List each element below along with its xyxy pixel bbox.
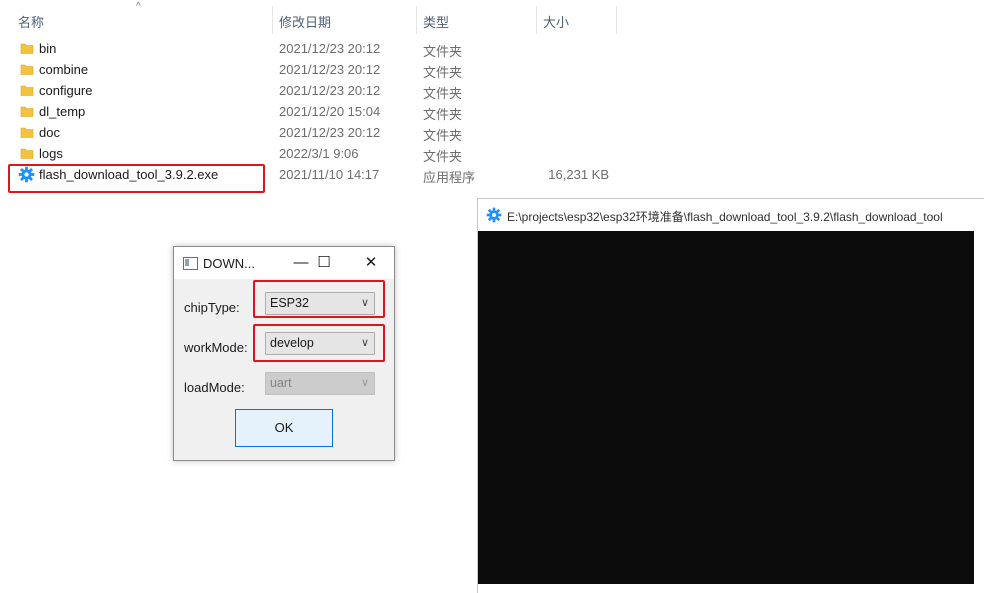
sort-arrow-icon: ^ xyxy=(136,1,141,12)
file-modified: 2021/12/20 15:04 xyxy=(279,104,381,119)
file-name: combine xyxy=(39,62,89,77)
console-screen[interactable] xyxy=(478,231,974,584)
column-divider xyxy=(272,6,273,34)
folder-icon xyxy=(20,64,34,75)
highlight-box-workmode xyxy=(253,324,385,362)
file-type: 文件夹 xyxy=(423,44,463,59)
file-type: 文件夹 xyxy=(423,65,463,80)
load-mode-select: uart ∨ xyxy=(265,372,375,395)
maximize-button[interactable]: ☐ xyxy=(309,251,339,275)
console-window[interactable]: E:\projects\esp32\esp32环境准备\flash_downlo… xyxy=(477,198,984,593)
file-row-dl-temp[interactable]: dl_temp 2021/12/20 15:04 文件夹 xyxy=(12,101,622,122)
app-window-icon xyxy=(183,257,198,270)
column-modified[interactable]: 修改日期 xyxy=(279,12,331,31)
column-header: ^ 名称 修改日期 类型 大小 xyxy=(0,0,620,38)
highlight-box-chiptype xyxy=(253,280,385,318)
chevron-down-icon: ∨ xyxy=(360,377,369,389)
file-type: 文件夹 xyxy=(423,149,463,164)
console-titlebar[interactable]: E:\projects\esp32\esp32环境准备\flash_downlo… xyxy=(478,199,984,231)
file-modified: 2021/11/10 14:17 xyxy=(279,167,380,182)
highlight-box-exe xyxy=(8,164,265,193)
file-row-bin[interactable]: bin 2021/12/23 20:12 文件夹 xyxy=(12,38,622,59)
folder-icon xyxy=(20,85,34,96)
file-name: doc xyxy=(39,125,60,140)
file-name: dl_temp xyxy=(39,104,86,119)
folder-icon xyxy=(20,127,34,138)
column-divider xyxy=(416,6,417,34)
column-divider xyxy=(616,6,617,34)
file-modified: 2021/12/23 20:12 xyxy=(279,125,381,140)
column-type[interactable]: 类型 xyxy=(423,12,449,31)
download-config-dialog[interactable]: DOWN... — ☐ ✕ chipType: ESP32 ∨ workMode… xyxy=(173,246,395,461)
file-name: logs xyxy=(39,146,63,161)
file-modified: 2022/3/1 9:06 xyxy=(279,146,359,161)
file-name: bin xyxy=(39,41,57,56)
file-row-logs[interactable]: logs 2022/3/1 9:06 文件夹 xyxy=(12,143,622,164)
file-row-doc[interactable]: doc 2021/12/23 20:12 文件夹 xyxy=(12,122,622,143)
load-mode-value: uart xyxy=(270,376,292,390)
folder-icon xyxy=(20,106,34,117)
file-size: 16,231 KB xyxy=(548,167,609,182)
gear-icon xyxy=(486,207,502,223)
load-mode-label: loadMode: xyxy=(184,380,245,395)
column-size[interactable]: 大小 xyxy=(543,12,569,31)
file-modified: 2021/12/23 20:12 xyxy=(279,83,381,98)
chip-type-label: chipType: xyxy=(184,300,240,315)
file-name: configure xyxy=(39,83,93,98)
file-type: 应用程序 xyxy=(423,170,476,185)
folder-icon xyxy=(20,43,34,54)
file-row-configure[interactable]: configure 2021/12/23 20:12 文件夹 xyxy=(12,80,622,101)
file-type: 文件夹 xyxy=(423,107,463,122)
ok-button[interactable]: OK xyxy=(235,409,333,447)
column-divider xyxy=(536,6,537,34)
dialog-title: DOWN... xyxy=(203,256,255,271)
console-title: E:\projects\esp32\esp32环境准备\flash_downlo… xyxy=(507,210,943,224)
file-modified: 2021/12/23 20:12 xyxy=(279,41,381,56)
file-modified: 2021/12/23 20:12 xyxy=(279,62,381,77)
dialog-titlebar[interactable]: DOWN... — ☐ ✕ xyxy=(174,247,394,279)
work-mode-label: workMode: xyxy=(184,340,248,355)
file-type: 文件夹 xyxy=(423,128,463,143)
folder-icon xyxy=(20,148,34,159)
file-type: 文件夹 xyxy=(423,86,463,101)
close-button[interactable]: ✕ xyxy=(356,251,386,275)
file-row-combine[interactable]: combine 2021/12/23 20:12 文件夹 xyxy=(12,59,622,80)
column-name[interactable]: 名称 xyxy=(18,12,44,31)
